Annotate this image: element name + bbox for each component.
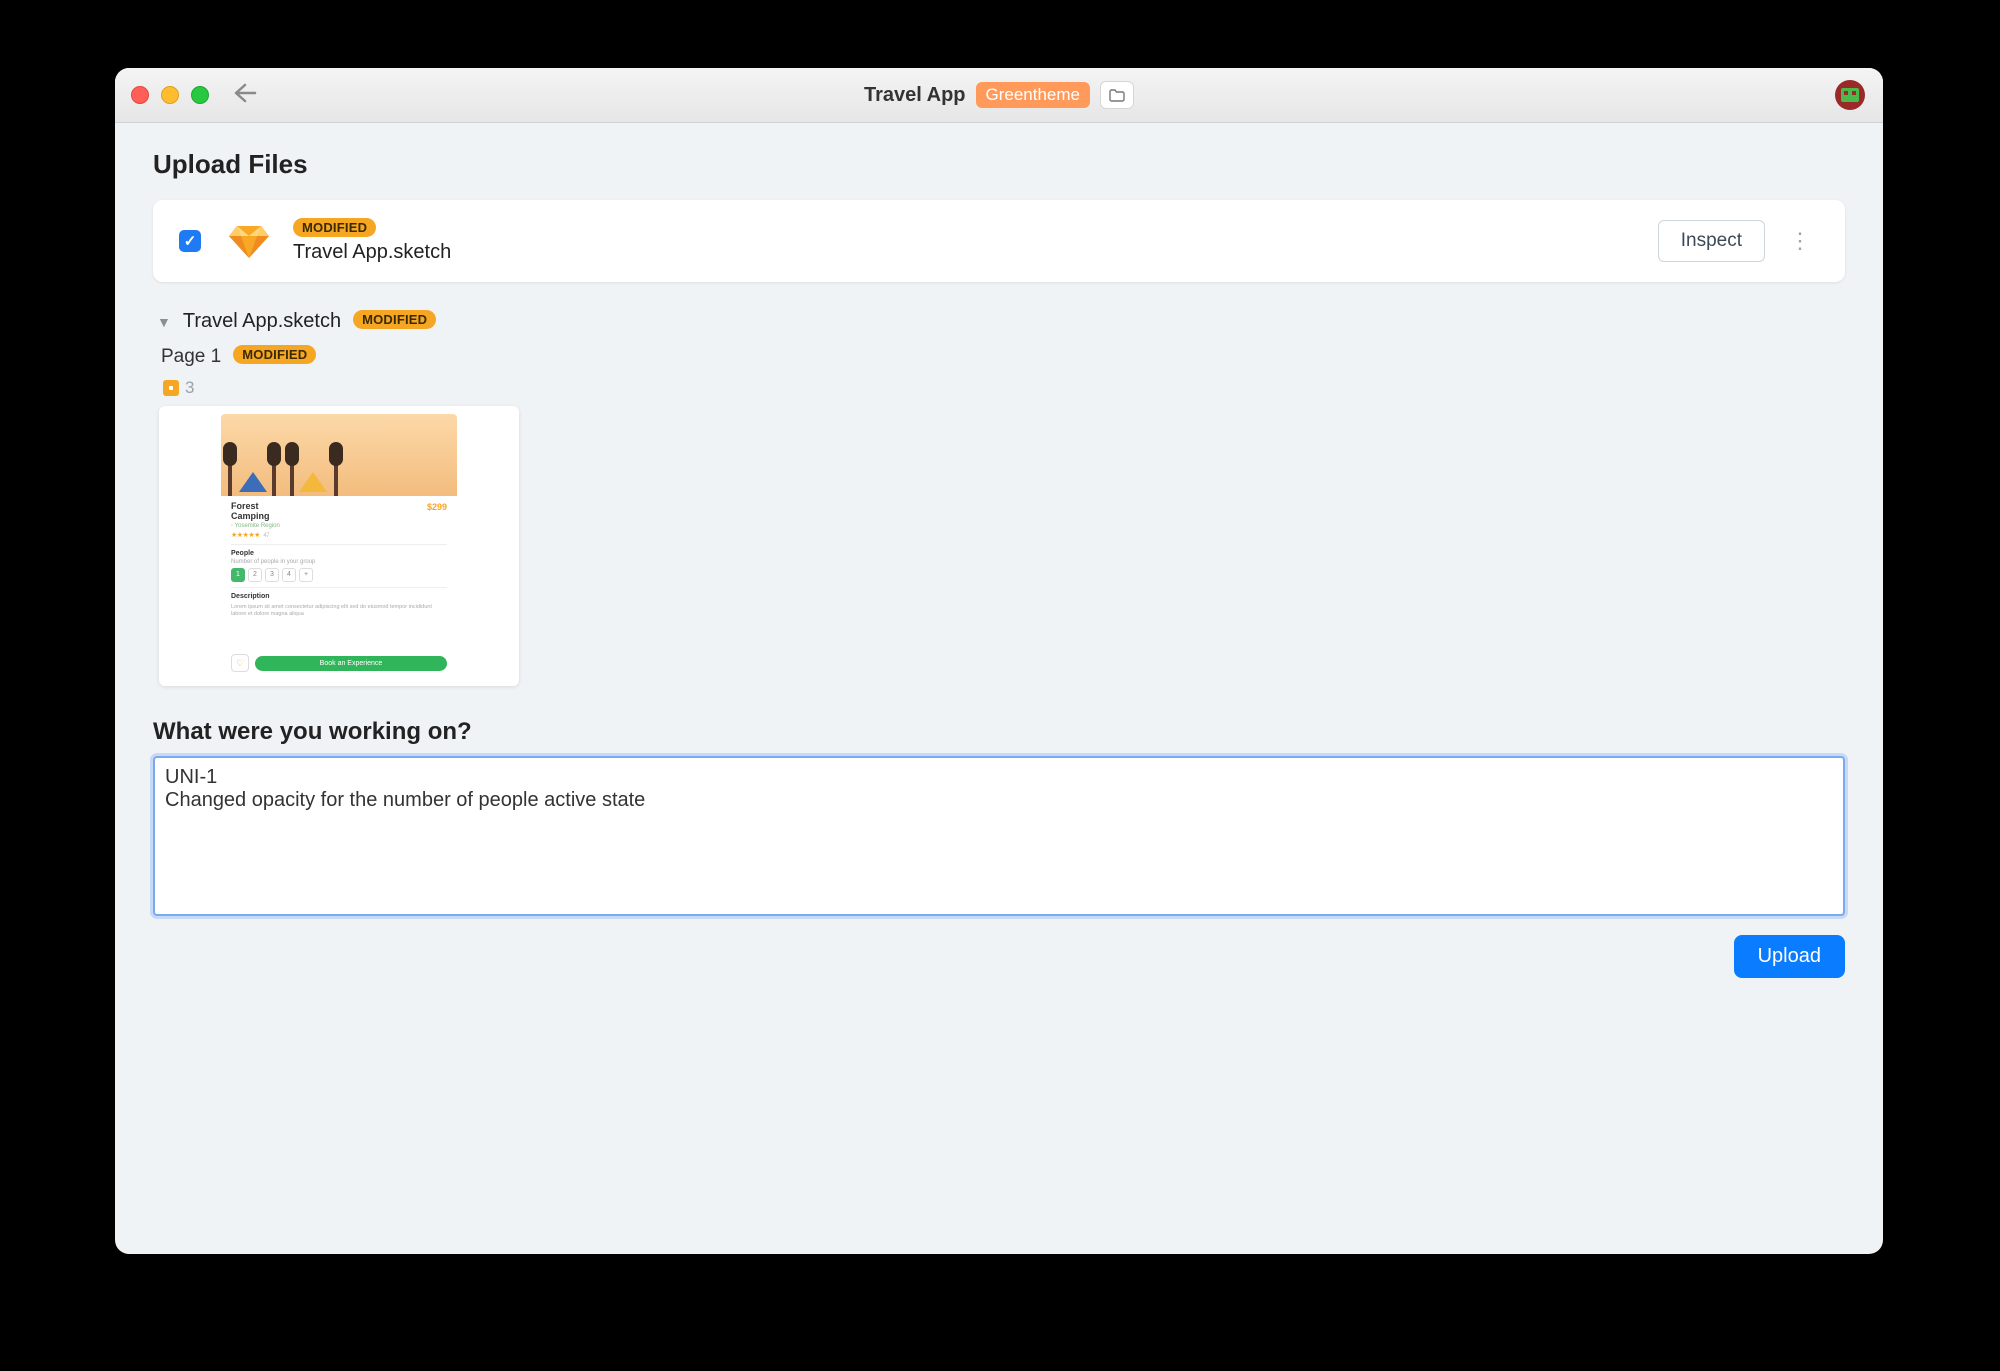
- thumbnail-people-label: People: [231, 550, 447, 557]
- avatar-icon: [1841, 88, 1859, 102]
- tree-file-badge: MODIFIED: [353, 310, 436, 329]
- disclosure-triangle-icon[interactable]: ▼: [157, 314, 171, 330]
- thumbnail-stars: ★★★★★ 47: [231, 531, 447, 539]
- stars-icon: ★★★★★: [231, 532, 260, 539]
- people-pill-1: 1: [231, 568, 245, 582]
- folder-icon: [1109, 89, 1125, 102]
- more-options-icon[interactable]: ⋮: [1781, 224, 1819, 258]
- minimize-window-icon[interactable]: [161, 86, 179, 104]
- thumbnail-price: $299: [427, 502, 447, 512]
- artboard-indicator-icon: [163, 380, 179, 396]
- close-window-icon[interactable]: [131, 86, 149, 104]
- file-name: Travel App.sketch: [293, 241, 1658, 264]
- artboard-count-row: 3: [153, 378, 1845, 398]
- user-avatar[interactable]: [1835, 80, 1865, 110]
- file-checkbox[interactable]: ✓: [179, 230, 201, 252]
- thumbnail-title: Forest Camping: [231, 502, 270, 522]
- window-title: Travel App: [864, 84, 966, 107]
- maximize-window-icon[interactable]: [191, 86, 209, 104]
- tree-page-name: Page 1: [161, 346, 221, 368]
- app-window: Travel App Greentheme Upload Files ✓ MOD…: [115, 68, 1883, 1254]
- thumbnail-content: Forest Camping $299 ◦ Yosemite Region ★★…: [221, 414, 457, 678]
- tree-file-name: Travel App.sketch: [183, 310, 341, 333]
- artboard-thumbnail[interactable]: Forest Camping $299 ◦ Yosemite Region ★★…: [159, 406, 519, 686]
- inspect-button[interactable]: Inspect: [1658, 220, 1765, 262]
- tree-file-row[interactable]: ▼ Travel App.sketch MODIFIED: [153, 310, 1845, 333]
- back-arrow-icon[interactable]: [233, 83, 257, 108]
- branch-badge: Greentheme: [976, 82, 1091, 108]
- people-pill-plus: +: [299, 568, 313, 582]
- file-meta: MODIFIED Travel App.sketch: [293, 218, 1658, 264]
- comment-heading: What were you working on?: [153, 718, 1845, 746]
- thumbnail-review-count: 47: [263, 533, 269, 539]
- thumbnail-hero-image: [221, 414, 457, 496]
- artboard-count: 3: [185, 378, 194, 398]
- file-card: ✓ MODIFIED Travel App.sketch Inspect ⋮: [153, 200, 1845, 282]
- thumbnail-body: Forest Camping $299 ◦ Yosemite Region ★★…: [221, 496, 457, 678]
- thumbnail-people-pills: 1 2 3 4 +: [231, 568, 447, 582]
- upload-button[interactable]: Upload: [1734, 935, 1845, 978]
- modified-badge: MODIFIED: [293, 218, 376, 237]
- people-pill-4: 4: [282, 568, 296, 582]
- people-pill-3: 3: [265, 568, 279, 582]
- tree-page-badge: MODIFIED: [233, 345, 316, 364]
- open-folder-button[interactable]: [1100, 81, 1134, 109]
- page-heading: Upload Files: [153, 149, 1845, 180]
- thumbnail-book-button: Book an Experience: [255, 656, 447, 671]
- thumbnail-people-sub: Number of people in your group: [231, 559, 447, 565]
- tree-page-row[interactable]: Page 1 MODIFIED: [153, 345, 1845, 368]
- upload-row: Upload: [153, 935, 1845, 978]
- titlebar: Travel App Greentheme: [115, 68, 1883, 123]
- content-area: Upload Files ✓ MODIFIED Travel App.sketc…: [115, 123, 1883, 1004]
- comment-textarea[interactable]: [153, 756, 1845, 916]
- title-center: Travel App Greentheme: [864, 81, 1134, 109]
- sketch-file-icon: [229, 221, 269, 261]
- thumbnail-desc-text: Lorem ipsum sit amet consectetur adipisc…: [231, 604, 447, 618]
- thumbnail-desc-label: Description: [231, 593, 447, 600]
- thumbnail-location: ◦ Yosemite Region: [231, 523, 447, 529]
- thumbnail-favorite-icon: ♡: [231, 654, 249, 672]
- traffic-lights: [131, 86, 209, 104]
- people-pill-2: 2: [248, 568, 262, 582]
